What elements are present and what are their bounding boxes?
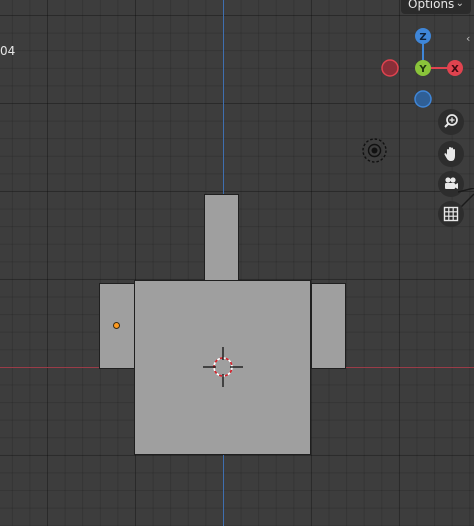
options-dropdown[interactable]: Options ⌄ (401, 0, 471, 14)
3d-cursor-icon (203, 347, 243, 387)
gizmo-neg-z-handle[interactable] (414, 90, 432, 108)
gizmo-z-label: Z (419, 32, 426, 43)
grid-icon (443, 206, 459, 222)
gizmo-x-label: X (451, 64, 459, 75)
3d-viewport[interactable]: Options ⌄ 04 ‹ Z X Y (0, 0, 474, 526)
gizmo-y-label: Y (418, 64, 427, 75)
object-origin-dot (113, 322, 120, 329)
pan-button[interactable] (438, 141, 464, 167)
frame-counter: 04 (0, 44, 16, 58)
zoom-icon (444, 114, 458, 128)
right-arm-mesh[interactable] (311, 283, 346, 369)
chevron-down-icon: ⌄ (455, 0, 464, 9)
zoom-button[interactable] (438, 109, 464, 135)
head-mesh[interactable] (204, 194, 239, 281)
ortho-toggle-button[interactable] (438, 201, 464, 227)
options-label: Options (408, 0, 455, 11)
light-icon[interactable] (361, 137, 388, 164)
hand-pan-icon (444, 147, 455, 161)
navigation-gizmo[interactable]: Z X Y (375, 25, 474, 115)
gizmo-neg-x-handle[interactable] (381, 59, 399, 77)
